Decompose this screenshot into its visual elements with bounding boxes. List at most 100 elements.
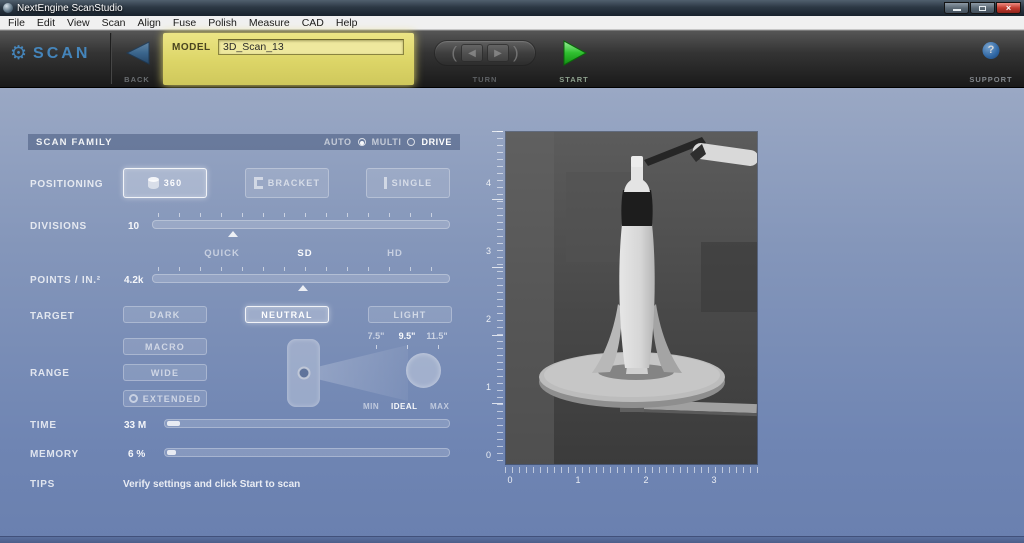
turn-control-group: ( ◀ ▶ ) TURN [424,34,546,86]
menu-scan[interactable]: Scan [96,16,132,30]
close-button[interactable]: × [996,2,1021,14]
range-extended-button[interactable]: EXTENDED [123,390,207,407]
points-ticks [158,267,446,271]
horizontal-ruler [505,467,758,473]
positioning-360-button[interactable]: 360 [123,168,207,198]
mode-multi-radio[interactable] [407,138,416,146]
maximize-icon [979,5,986,11]
scan-family-title: SCAN FAMILY [36,136,113,148]
camera-preview-image [506,132,757,464]
model-name-input[interactable] [218,39,404,55]
turn-right-icon: ▶ [494,47,502,59]
extended-label: EXTENDED [142,393,202,404]
target-dark-button[interactable]: DARK [123,306,207,323]
turn-right-button[interactable]: ▶ [487,44,509,62]
macro-label: MACRO [145,341,185,352]
mode-auto-label[interactable]: AUTO [324,137,352,147]
positioning-bracket-label: BRACKET [267,178,321,188]
distance-11-5-label[interactable]: 11.5" [421,331,453,341]
memory-bar-handle[interactable] [167,450,176,455]
time-bar[interactable] [164,419,450,428]
divisions-slider-thumb[interactable] [228,231,238,237]
quality-sd-label[interactable]: SD [290,248,320,259]
back-button[interactable]: BACK [114,34,160,86]
target-light-button[interactable]: LIGHT [368,306,452,323]
positioning-360-label: 360 [163,178,183,188]
macro-button[interactable]: MACRO [123,338,207,355]
time-label: TIME [30,420,57,431]
app-icon [3,3,13,13]
gear-icon: ⚙ [10,42,28,64]
target-light-label: LIGHT [393,309,427,320]
camera-preview[interactable] [505,131,758,465]
scan-family-bar: SCAN FAMILY AUTO MULTI DRIVE [28,134,460,150]
mode-drive-label[interactable]: DRIVE [421,137,452,147]
scan-logo: ⚙ SCAN [10,44,90,63]
minimize-button[interactable] [944,2,969,14]
start-button[interactable]: START [550,34,598,86]
time-value: 33 M [124,420,147,431]
positioning-single-label: SINGLE [391,178,433,188]
v-ruler-2: 2 [485,314,491,324]
menu-measure[interactable]: Measure [243,16,296,30]
h-ruler-1: 1 [575,475,581,485]
turn-bracket-right: ) [513,42,519,62]
start-label: START [559,75,589,84]
h-ruler-3: 3 [711,475,717,485]
distance-9-5-label[interactable]: 9.5" [391,331,423,341]
model-label: MODEL [172,42,211,53]
menu-align[interactable]: Align [132,16,167,30]
range-target-circle [406,353,441,388]
toolbar-separator [110,33,112,84]
range-max-label: MAX [430,402,450,411]
positioning-single-button[interactable]: SINGLE [366,168,450,198]
positioning-label: POSITIONING [30,179,104,190]
points-slider-thumb[interactable] [298,285,308,291]
app-window: NextEngine ScanStudio × File Edit View S… [0,0,1024,543]
main-panel: SCAN FAMILY AUTO MULTI DRIVE POSITIONING… [0,88,1024,543]
vertical-ruler-major-ticks [492,131,503,465]
memory-bar[interactable] [164,448,450,457]
menu-polish[interactable]: Polish [202,16,243,30]
quality-hd-label[interactable]: HD [380,248,410,259]
menu-cad[interactable]: CAD [296,16,330,30]
extended-icon [128,394,138,403]
turn-control: ( ◀ ▶ ) [434,40,536,66]
range-wide-button[interactable]: WIDE [123,364,207,381]
distance-tick [438,345,439,349]
target-neutral-button[interactable]: NEUTRAL [245,306,329,323]
points-slider[interactable] [152,274,450,283]
menu-view[interactable]: View [61,16,96,30]
maximize-button[interactable] [970,2,995,14]
mode-multi-label[interactable]: MULTI [372,137,402,147]
time-bar-handle[interactable] [167,421,180,426]
mode-auto-radio[interactable] [357,138,366,146]
divisions-slider[interactable] [152,220,450,229]
menu-file[interactable]: File [2,16,31,30]
support-button[interactable]: ? SUPPORT [964,34,1018,86]
divisions-value: 10 [128,221,140,232]
turn-left-button[interactable]: ◀ [461,44,483,62]
distance-7-5-label[interactable]: 7.5" [360,331,392,341]
v-ruler-0: 0 [485,450,491,460]
v-ruler-3: 3 [485,246,491,256]
quality-quick-label[interactable]: QUICK [200,248,244,259]
menu-fuse[interactable]: Fuse [167,16,202,30]
range-beam-graphic [320,345,408,401]
menu-help[interactable]: Help [330,16,364,30]
menu-edit[interactable]: Edit [31,16,61,30]
cylinder-360-icon [147,176,159,190]
points-label: POINTS / IN.² [30,275,101,286]
scan-logo-text: SCAN [33,44,91,62]
v-ruler-1: 1 [485,382,491,392]
window-bottom-frame [0,536,1024,543]
tips-label: TIPS [30,479,56,490]
titlebar: NextEngine ScanStudio × [0,0,1024,16]
positioning-bracket-button[interactable]: BRACKET [245,168,329,198]
divisions-ticks [158,213,446,217]
back-arrow-icon [125,41,150,65]
divisions-label: DIVISIONS [30,221,87,232]
range-ideal-label: IDEAL [391,402,418,411]
toolbar: ⚙ SCAN BACK MODEL ( ◀ ▶ ) TURN [0,30,1024,88]
memory-label: MEMORY [30,449,79,460]
